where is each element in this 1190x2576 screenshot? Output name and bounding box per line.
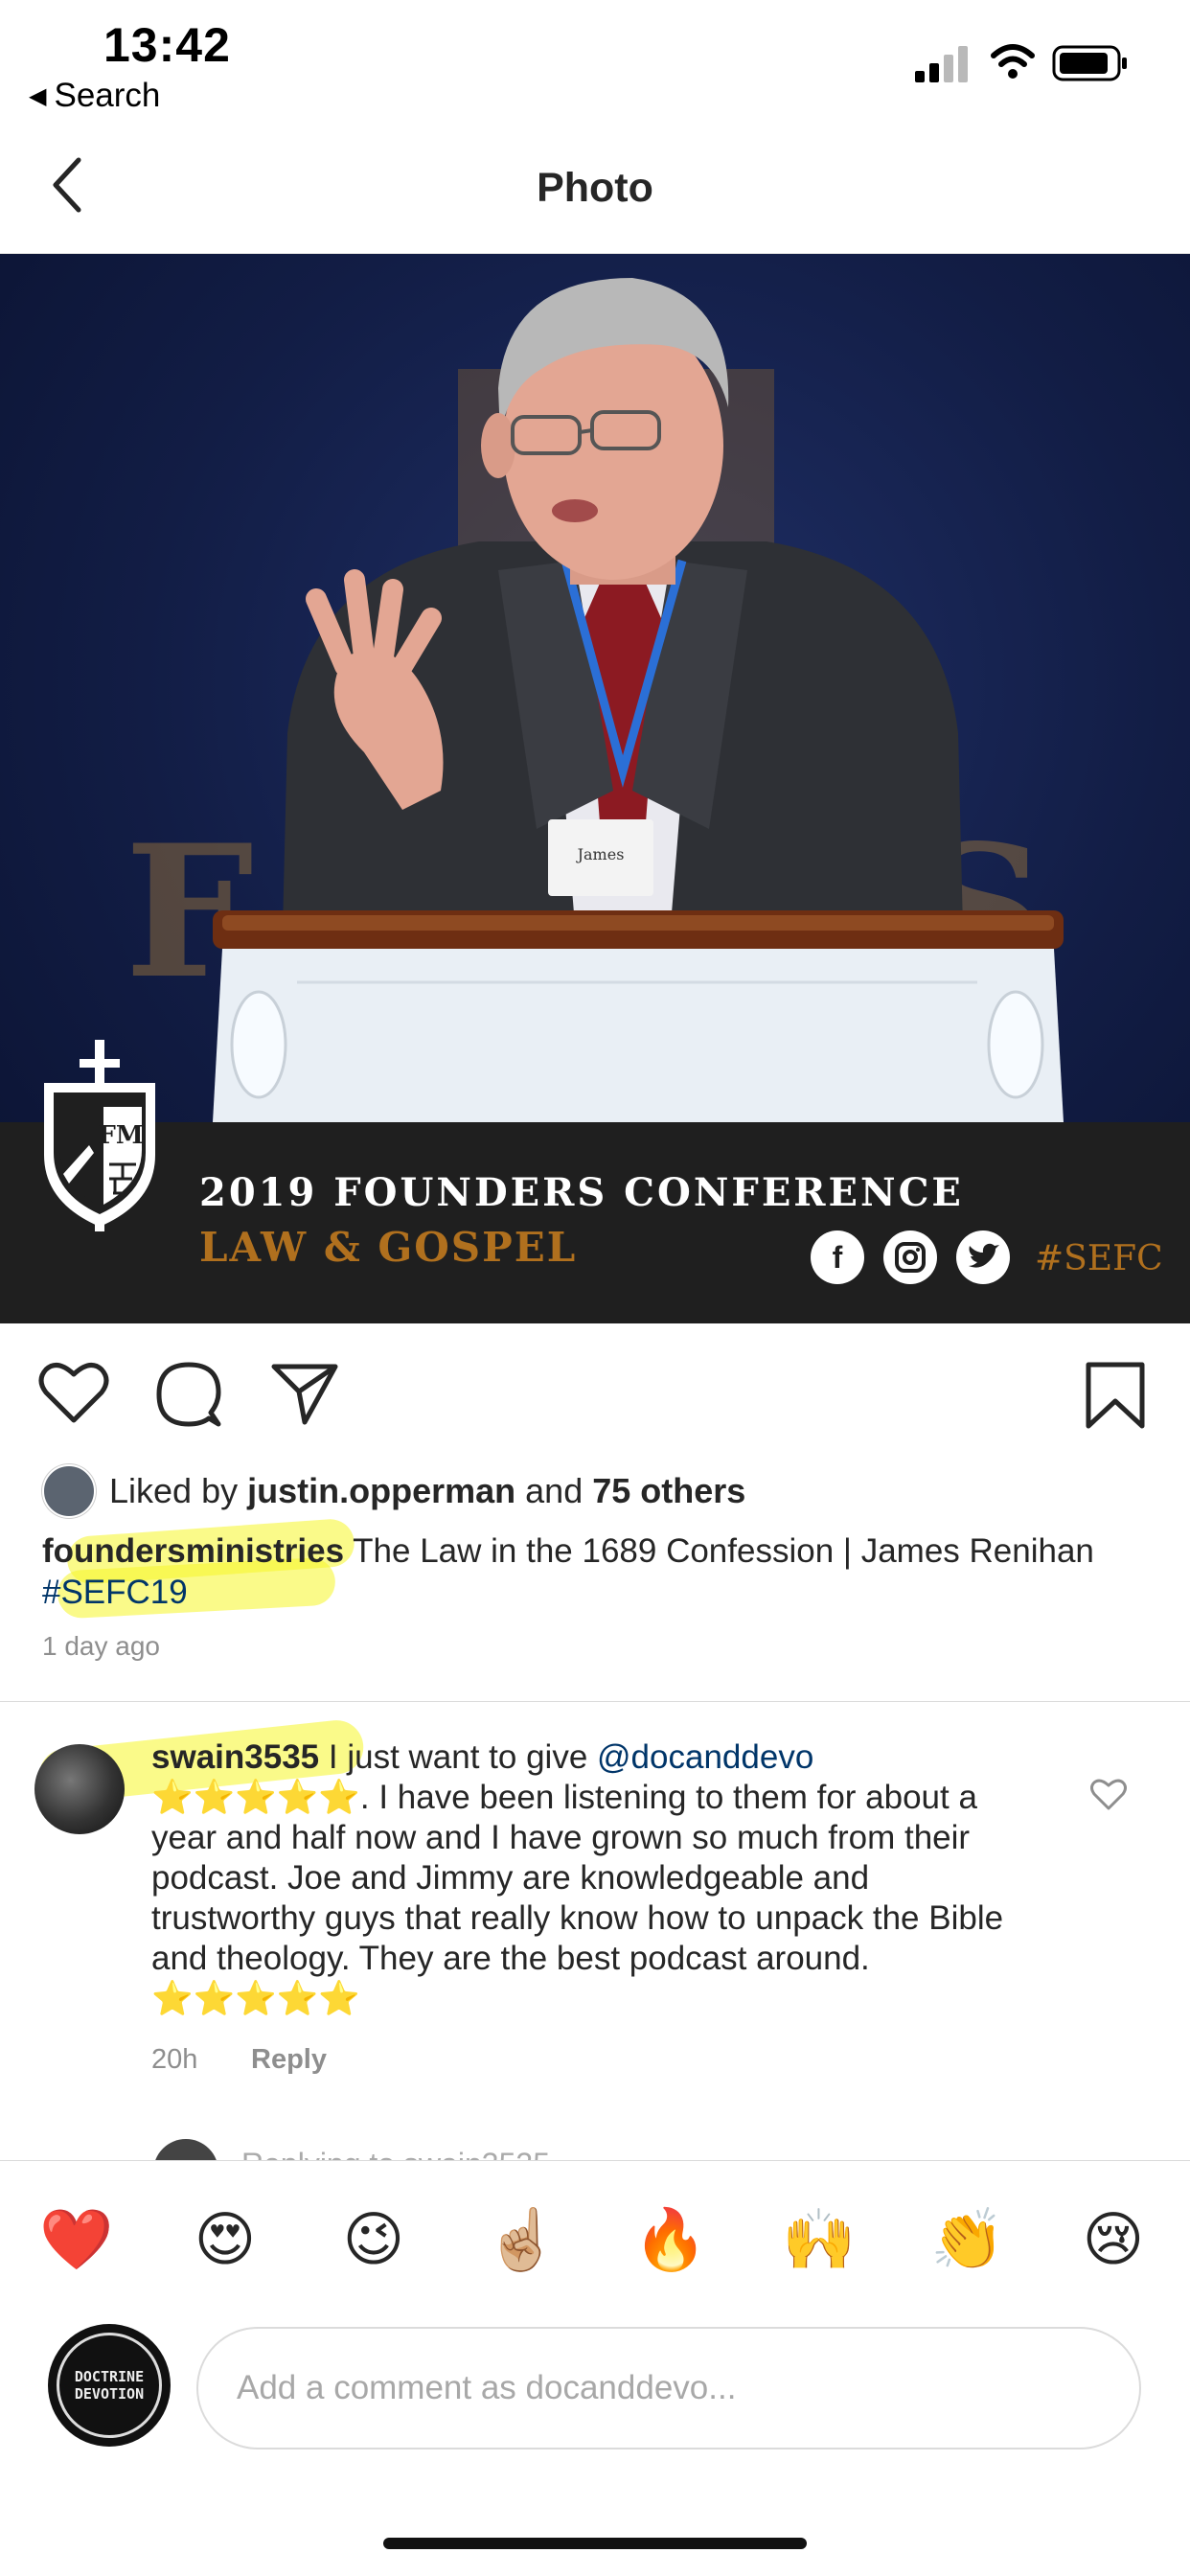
conference-title: 2019 FOUNDERS CONFERENCE	[199, 1170, 964, 1215]
comment-separator: I	[328, 1738, 338, 1776]
save-bookmark-icon[interactable]	[1085, 1361, 1146, 1430]
avatar-logo-line1: DOCTRINE	[74, 2368, 145, 2385]
quick-emoji-fire[interactable]: 🔥	[632, 2204, 709, 2275]
back-triangle-icon: ◀	[29, 82, 47, 109]
logo-text: FM	[98, 1121, 143, 1150]
wifi-icon	[991, 44, 1035, 79]
avatar-logo-line2: DEVOTION	[74, 2385, 145, 2403]
conference-banner	[0, 1122, 1190, 1323]
commenter-avatar[interactable]	[34, 1744, 125, 1834]
reply-button[interactable]: Reply	[251, 2044, 327, 2076]
caption-author[interactable]: foundersministries	[42, 1532, 344, 1570]
back-to-search-link[interactable]: ◀ Search	[29, 77, 160, 115]
status-time: 13:42	[103, 18, 231, 72]
quick-emoji-raised-hands[interactable]: 🙌	[781, 2204, 858, 2275]
section-divider	[0, 1701, 1190, 1702]
comment-bubble-icon[interactable]	[155, 1361, 222, 1428]
quick-emoji-crying[interactable]: 😢	[1075, 2204, 1152, 2274]
share-send-icon[interactable]	[270, 1361, 339, 1426]
page-title: Photo	[537, 165, 653, 211]
comment-text-start: just want to give	[347, 1738, 588, 1776]
caption-hashtag[interactable]: #SEFC19	[42, 1574, 188, 1611]
like-heart-icon[interactable]	[38, 1361, 109, 1424]
post-photo[interactable]: F S James FM	[0, 254, 1190, 1323]
post-caption: foundersministries The Law in the 1689 C…	[42, 1530, 1144, 1613]
post-timestamp: 1 day ago	[42, 1631, 160, 1661]
founders-ministries-logo: FM	[44, 1040, 155, 1231]
current-user-avatar: DOCTRINE DEVOTION	[48, 2324, 171, 2447]
quick-emoji-wink[interactable]: 😉	[335, 2204, 412, 2274]
back-to-search-label: Search	[54, 77, 161, 114]
quick-emoji-heart[interactable]: ❤️	[38, 2204, 115, 2275]
conference-hashtag: #SEFC	[1035, 1239, 1163, 1278]
comment-like-icon[interactable]	[1090, 1779, 1127, 1811]
comment-stars: ⭐⭐⭐⭐⭐	[151, 1779, 360, 1816]
comment-body: swain3535 I just want to give @docanddev…	[151, 1737, 1033, 2019]
caption-text: The Law in the 1689 Confession | James R…	[353, 1532, 1094, 1570]
name-badge-text: James	[576, 845, 625, 863]
liker-avatar	[42, 1464, 96, 1518]
comment-mention[interactable]: @docanddevo	[597, 1738, 813, 1776]
comment-timestamp: 20h	[151, 2044, 198, 2075]
quick-emoji-point-up[interactable]: ☝🏼	[484, 2204, 561, 2275]
cellular-signal-icon	[915, 46, 968, 82]
likes-middle: and	[525, 1471, 584, 1510]
twitter-icon	[956, 1230, 1010, 1284]
comment-author[interactable]: swain3535	[151, 1738, 319, 1776]
battery-icon	[1052, 45, 1127, 81]
facebook-icon: f	[811, 1230, 864, 1284]
quick-emoji-clap[interactable]: 👏	[929, 2204, 1006, 2275]
quick-emoji-heart-eyes[interactable]: 😍	[187, 2204, 263, 2274]
instagram-icon	[883, 1230, 937, 1284]
avatar-logo: DOCTRINE DEVOTION	[57, 2333, 162, 2438]
home-indicator[interactable]	[383, 2538, 807, 2549]
likes-others-count[interactable]: 75 others	[592, 1471, 745, 1511]
speaker-illustration: James	[213, 278, 1064, 1122]
comment-stars-end: ⭐⭐⭐⭐⭐	[151, 1980, 360, 2017]
add-comment-input[interactable]	[196, 2327, 1141, 2450]
likes-summary[interactable]: Liked by justin.opperman and 75 others	[42, 1464, 745, 1518]
liker-username[interactable]: justin.opperman	[247, 1471, 515, 1511]
likes-prefix: Liked by	[109, 1471, 239, 1510]
conference-subtitle: LAW & GOSPEL	[199, 1224, 578, 1271]
